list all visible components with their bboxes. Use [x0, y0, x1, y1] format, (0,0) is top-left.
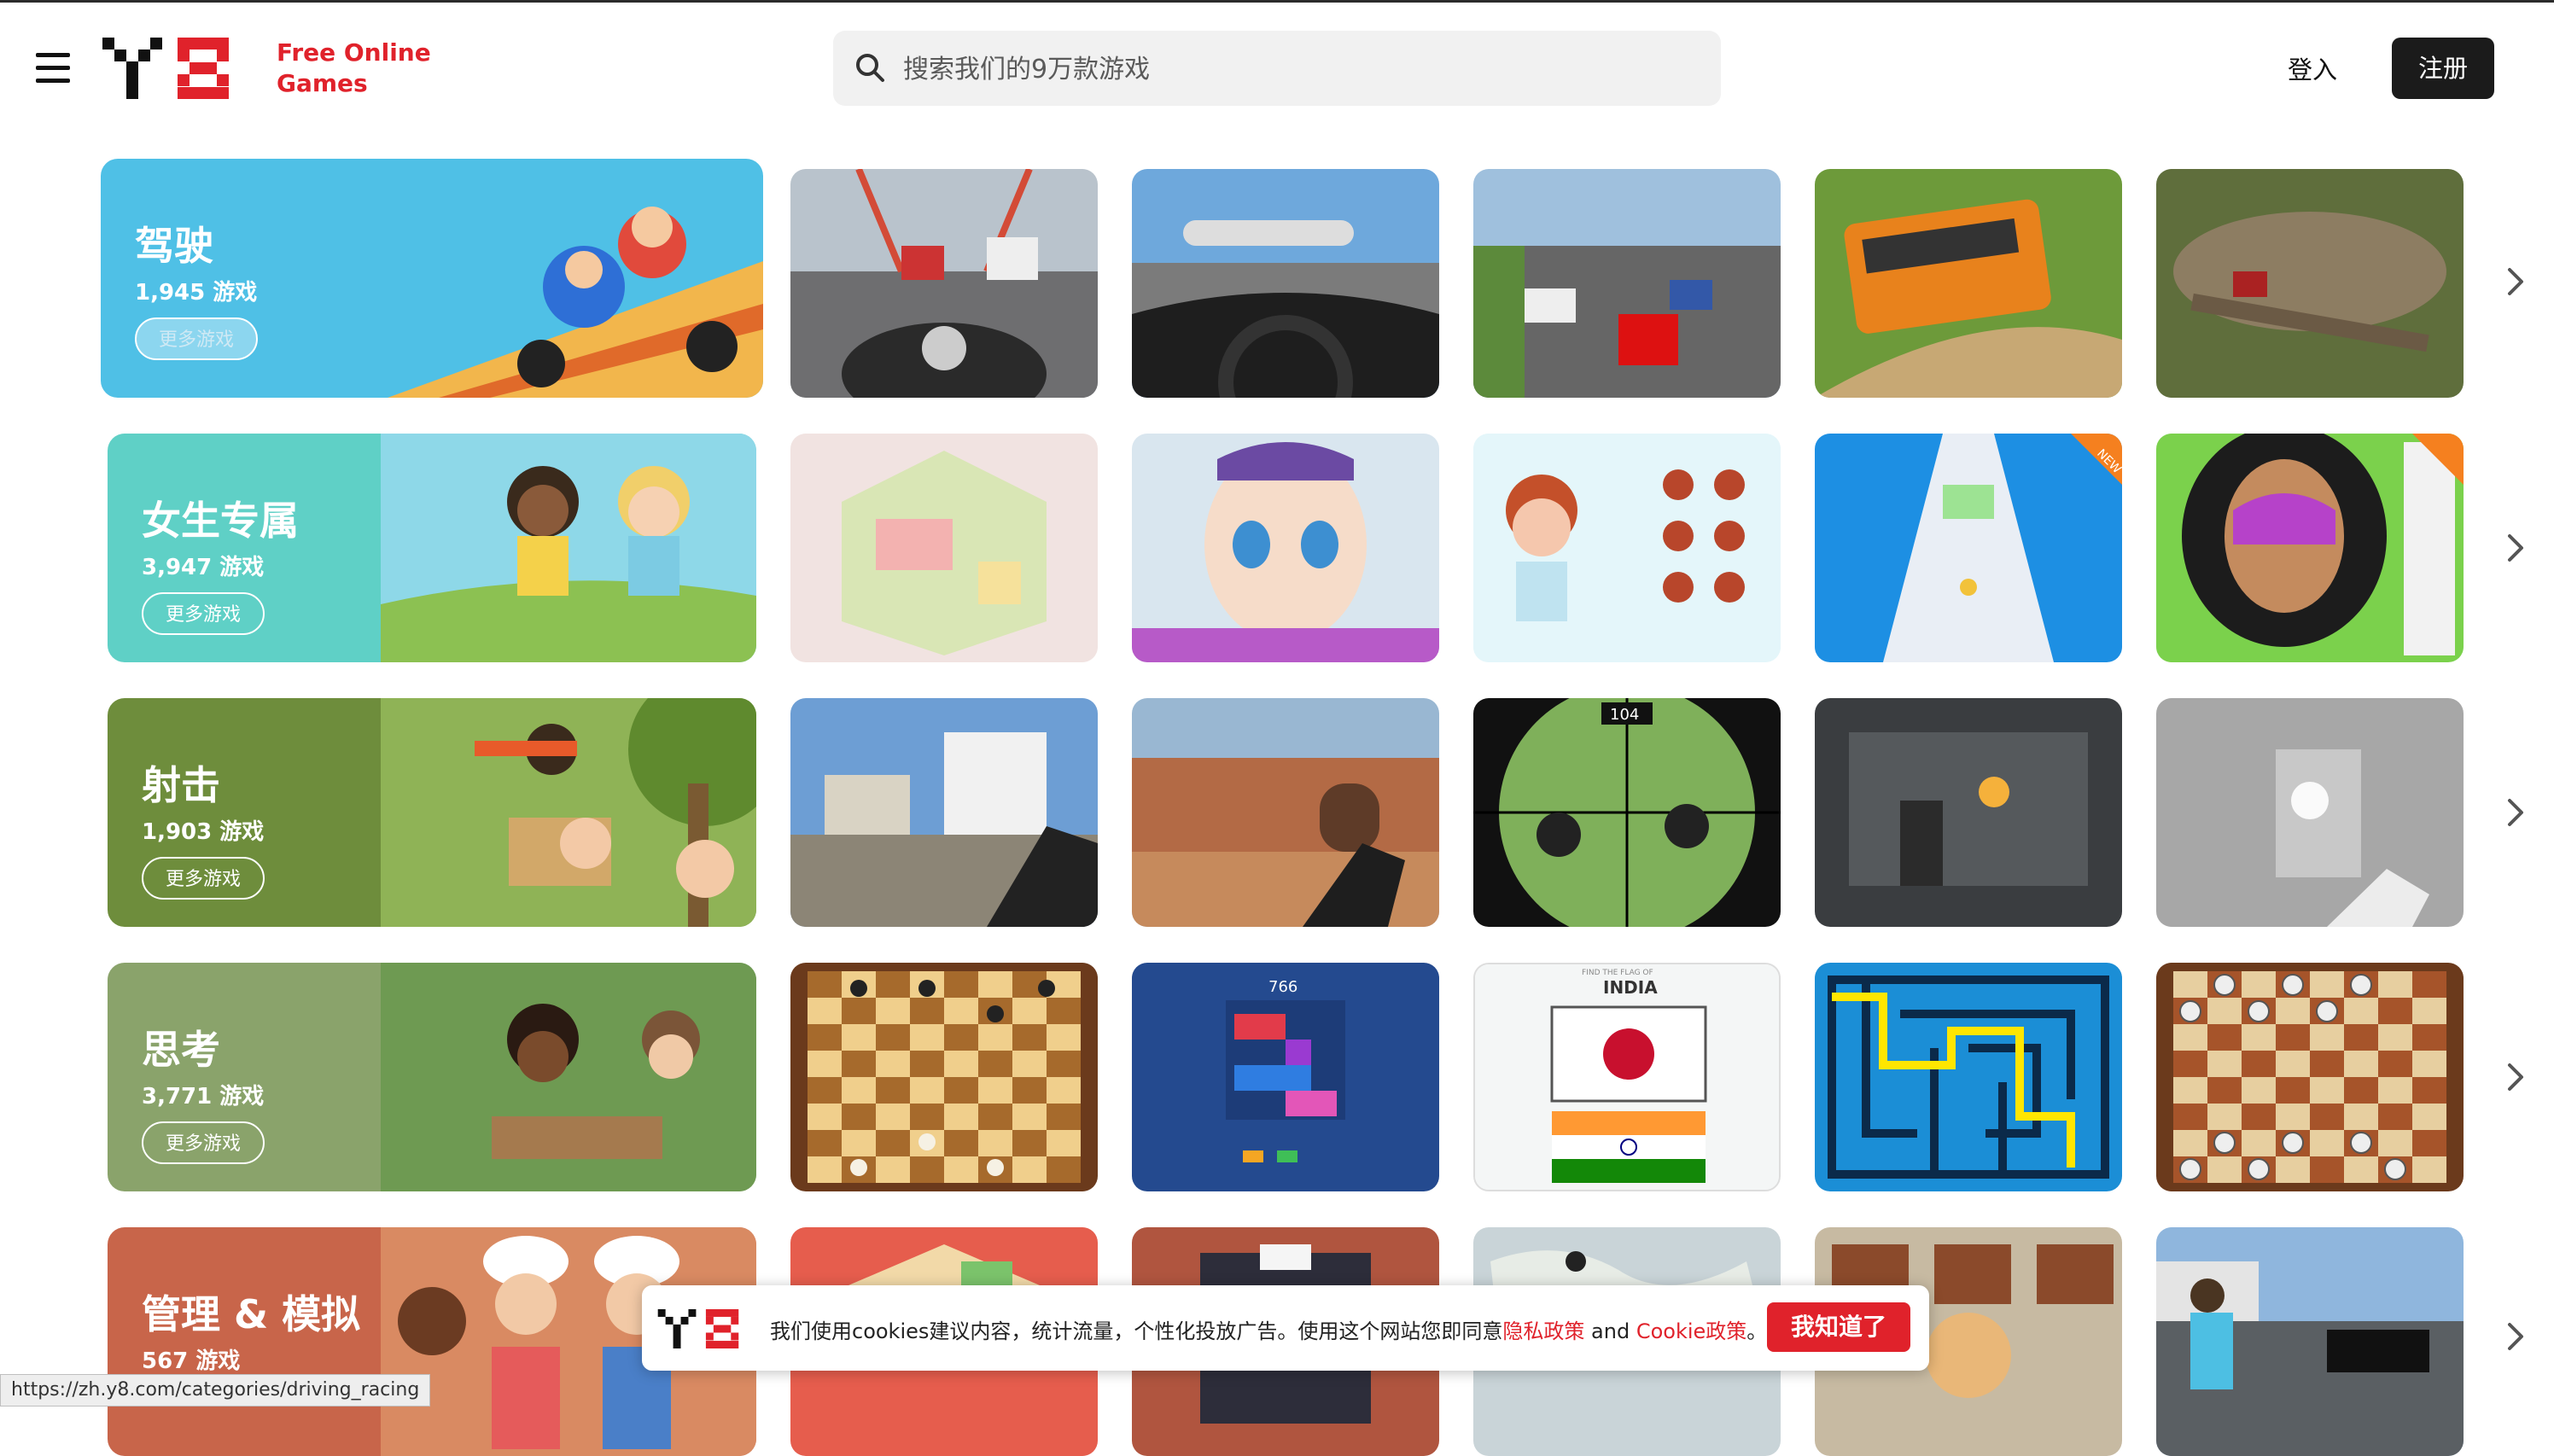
game-thumb-highway-traffic[interactable]	[1473, 169, 1781, 398]
game-thumb-bus-simulator[interactable]	[1815, 169, 2122, 398]
cookie-text-main: 我们使用cookies建议内容，统计流量，个性化投放广告。使用这个网站您即同意	[770, 1319, 1503, 1343]
login-link[interactable]: 登入	[2288, 44, 2337, 96]
category-illustration	[388, 207, 763, 398]
logo-tagline: Free Online Games	[277, 38, 431, 99]
game-thumb-motorbike-highway[interactable]	[790, 169, 1098, 398]
category-count: 3,947 游戏	[142, 555, 265, 580]
category-count: 1,945 游戏	[135, 280, 258, 306]
chevron-right-icon[interactable]	[2503, 795, 2528, 830]
flag-quiz-country: INDIA	[1603, 977, 1658, 998]
category-title: 女生专属	[142, 498, 299, 544]
game-thumb-fps-gray-room[interactable]	[2156, 698, 2464, 927]
game-thumb-chess[interactable]	[790, 963, 1098, 1191]
more-games-button[interactable]: 更多游戏	[142, 592, 265, 635]
category-row-shooting: 射击 1,903 游戏 更多游戏 104	[0, 698, 2554, 929]
search-input[interactable]	[901, 31, 1707, 108]
flag-quiz-header: FIND THE FLAG OF	[1582, 969, 1653, 977]
search-icon	[856, 54, 884, 82]
category-card-thinking[interactable]: 思考 3,771 游戏 更多游戏	[108, 963, 756, 1191]
category-row-thinking: 思考 3,771 游戏 更多游戏 766 FIND THE FLAG OF IN…	[0, 963, 2554, 1193]
cookie-text: 我们使用cookies建议内容，统计流量，个性化投放广告。使用这个网站您即同意隐…	[770, 1314, 1767, 1344]
game-thumb-room-decorating[interactable]	[790, 434, 1098, 662]
site-header: Free Online Games 登入 注册	[0, 0, 2554, 141]
privacy-policy-link[interactable]: 隐私政策	[1502, 1319, 1584, 1343]
category-card-girls[interactable]: 女生专属 3,947 游戏 更多游戏	[108, 434, 756, 662]
game-thumb-car-cockpit[interactable]	[1132, 169, 1439, 398]
status-bar-url: https://zh.y8.com/categories/driving_rac…	[0, 1374, 431, 1406]
category-card-driving[interactable]: 驾驶 1,945 游戏 更多游戏	[101, 159, 763, 398]
category-illustration	[381, 698, 756, 927]
more-games-button[interactable]: 更多游戏	[142, 1121, 265, 1164]
chevron-right-icon[interactable]	[2503, 265, 2528, 299]
game-thumb-offroad-truck[interactable]	[2156, 169, 2464, 398]
game-thumb-police-chase[interactable]	[2156, 1227, 2464, 1456]
y8-logo-small	[657, 1309, 739, 1348]
game-thumb-sniper-squid[interactable]: 104	[1473, 698, 1781, 927]
cookie-accept-button[interactable]: 我知道了	[1767, 1302, 1910, 1352]
category-illustration	[381, 434, 756, 662]
game-thumb-face-makeover[interactable]	[1132, 434, 1439, 662]
category-title: 驾驶	[135, 223, 213, 269]
sniper-number: 104	[1610, 706, 1639, 724]
category-title: 思考	[142, 1027, 220, 1073]
game-thumb-checkers[interactable]	[2156, 963, 2464, 1191]
search-bar	[833, 31, 1721, 108]
chevron-right-icon[interactable]	[2503, 1319, 2528, 1354]
cookie-end-text: 。	[1746, 1319, 1768, 1343]
game-thumb-robot-shooter[interactable]	[1815, 698, 2122, 927]
tagline-line-2: Games	[277, 69, 368, 97]
register-button[interactable]: 注册	[2392, 38, 2494, 99]
category-card-shooting[interactable]: 射击 1,903 游戏 更多游戏	[108, 698, 756, 927]
category-count: 3,771 游戏	[142, 1084, 265, 1109]
game-thumb-fps-town[interactable]	[790, 698, 1098, 927]
chevron-right-icon[interactable]	[2503, 531, 2528, 565]
game-thumb-flag-quiz[interactable]: FIND THE FLAG OF INDIA	[1473, 963, 1781, 1191]
y8-logo[interactable]	[102, 38, 248, 99]
menu-icon[interactable]	[36, 53, 70, 84]
category-title: 管理 & 模拟	[142, 1291, 361, 1337]
game-thumb-face-painting[interactable]	[2156, 434, 2464, 662]
game-thumb-block-puzzle[interactable]: 766	[1132, 963, 1439, 1191]
category-title: 射击	[142, 762, 220, 808]
block-puzzle-score: 766	[1268, 978, 1297, 996]
more-games-button[interactable]: 更多游戏	[135, 317, 258, 360]
chevron-right-icon[interactable]	[2503, 1060, 2528, 1094]
cookie-banner: 我们使用cookies建议内容，统计流量，个性化投放广告。使用这个网站您即同意隐…	[642, 1285, 1929, 1371]
game-thumb-fps-desert[interactable]	[1132, 698, 1439, 927]
game-thumb-running-track[interactable]: NEW	[1815, 434, 2122, 662]
more-games-button[interactable]: 更多游戏	[142, 857, 265, 900]
category-illustration	[381, 963, 756, 1191]
game-thumb-avatar-dressup[interactable]	[1473, 434, 1781, 662]
game-thumb-maze[interactable]	[1815, 963, 2122, 1191]
tagline-line-1: Free Online	[277, 38, 431, 67]
cookie-policy-link[interactable]: Cookie政策	[1636, 1319, 1746, 1343]
category-row-driving: 驾驶 1,945 游戏 更多游戏	[0, 159, 2554, 398]
category-count: 567 游戏	[142, 1348, 241, 1374]
category-count: 1,903 游戏	[142, 819, 265, 845]
category-row-girls: 女生专属 3,947 游戏 更多游戏 NEW	[0, 434, 2554, 664]
cookie-and-text: and	[1584, 1319, 1636, 1343]
